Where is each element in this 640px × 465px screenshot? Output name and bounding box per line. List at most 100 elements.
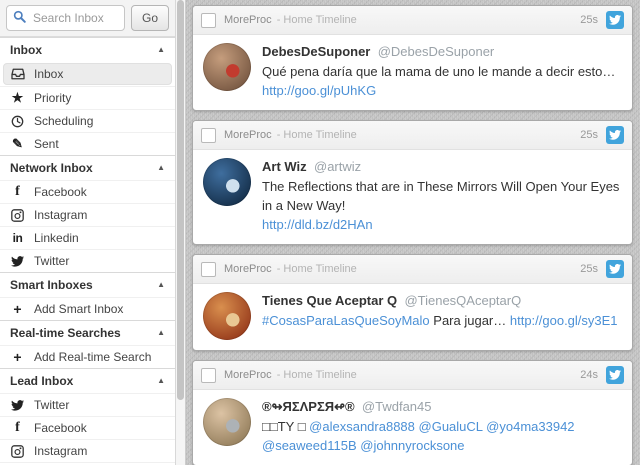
card-source: MoreProc xyxy=(224,129,272,141)
search-input[interactable] xyxy=(31,10,118,26)
card-source: MoreProc xyxy=(224,369,272,381)
sidebar-item-label: Twitter xyxy=(34,398,70,412)
section-label: Real-time Searches xyxy=(10,326,121,340)
tweet-card: MoreProc - Home Timeline 25s DebesDeSupo… xyxy=(192,5,633,111)
tweet-text-segment: Para jugar… xyxy=(429,313,510,328)
mention-link[interactable]: @alexsandra8888 xyxy=(309,419,415,434)
sidebar-item-label: Scheduling xyxy=(34,114,94,128)
mention-link[interactable]: @johnnyrocksone xyxy=(360,438,464,453)
collapse-arrow-icon[interactable]: ▲ xyxy=(157,374,165,388)
collapse-arrow-icon[interactable]: ▲ xyxy=(157,326,165,340)
avatar[interactable] xyxy=(203,158,251,206)
avatar[interactable] xyxy=(203,398,251,446)
user-handle[interactable]: @DebesDeSuponer xyxy=(378,44,495,59)
user-handle[interactable]: @TienesQAceptarQ xyxy=(404,293,521,308)
avatar[interactable] xyxy=(203,43,251,91)
twitter-icon xyxy=(606,366,624,384)
sidebar-item-label: Facebook xyxy=(34,421,87,435)
sidebar-item-twitter[interactable]: Twitter xyxy=(0,249,175,272)
facebook-icon: f xyxy=(15,184,20,199)
sidebar-item-add-real-time-search[interactable]: + Add Real-time Search xyxy=(0,345,175,368)
select-checkbox[interactable] xyxy=(201,127,216,143)
sidebar-item-label: Add Real-time Search xyxy=(34,350,152,364)
card-header: MoreProc - Home Timeline 25s xyxy=(193,121,632,150)
select-checkbox[interactable] xyxy=(201,367,216,383)
timestamp: 25s xyxy=(580,263,598,275)
display-name[interactable]: Tienes Que Aceptar Q xyxy=(262,293,397,308)
instagram-icon xyxy=(10,444,25,458)
inbox-icon xyxy=(10,68,25,80)
sidebar-item-facebook[interactable]: f Facebook xyxy=(0,416,175,439)
clock-icon xyxy=(10,115,25,128)
scrollbar-thumb[interactable] xyxy=(177,0,184,400)
star-icon: ★ xyxy=(11,90,24,105)
sidebar-section-header[interactable]: Network Inbox ▲ xyxy=(0,155,175,180)
sidebar-item-instagram[interactable]: Instagram xyxy=(0,439,175,462)
sidebar-item-instagram[interactable]: Instagram xyxy=(0,203,175,226)
link-link[interactable]: http://dld.bz/d2HAn xyxy=(262,217,373,232)
display-name[interactable]: ®↬ЯΣΛΡΣЯ↫® xyxy=(262,399,355,414)
sidebar-section-header[interactable]: Real-time Searches ▲ xyxy=(0,320,175,345)
plus-icon: + xyxy=(13,349,22,365)
card-body: DebesDeSuponer @DebesDeSuponer Qué pena … xyxy=(193,35,632,110)
sidebar-section-header[interactable]: Lead Inbox ▲ xyxy=(0,368,175,393)
sidebar-item-priority[interactable]: ★ Priority xyxy=(0,86,175,109)
tweet-text-segment: The Reflections that are in These Mirror… xyxy=(262,179,620,213)
mention-link[interactable]: @yo4ma33942 xyxy=(486,419,574,434)
sidebar-nav: Inbox ▲ Inbox ★ Priority Scheduling ✎ Se… xyxy=(0,37,175,465)
tweet-text-segment: Qué pena daría que la mama de uno le man… xyxy=(262,64,616,79)
card-body: Art Wiz @artwiz The Reflections that are… xyxy=(193,150,632,244)
sidebar-item-label: Priority xyxy=(34,91,72,105)
card-context: - Home Timeline xyxy=(276,369,357,381)
card-context: - Home Timeline xyxy=(276,14,357,26)
sidebar-item-label: Instagram xyxy=(34,208,88,222)
section-label: Lead Inbox xyxy=(10,374,74,388)
mention-link[interactable]: @seaweed115B xyxy=(262,438,357,453)
display-name[interactable]: Art Wiz xyxy=(262,159,307,174)
twitter-icon xyxy=(10,399,25,411)
sidebar-item-label: Facebook xyxy=(34,185,87,199)
sidebar-item-linkedin[interactable]: in Linkedin xyxy=(0,226,175,249)
card-context: - Home Timeline xyxy=(276,263,357,275)
card-source: MoreProc xyxy=(224,263,272,275)
link-link[interactable]: http://goo.gl/pUhKG xyxy=(262,83,376,98)
sidebar-item-sent[interactable]: ✎ Sent xyxy=(0,132,175,155)
search-go-button[interactable]: Go xyxy=(130,5,169,31)
sidebar-section-header[interactable]: Smart Inboxes ▲ xyxy=(0,272,175,297)
collapse-arrow-icon[interactable]: ▲ xyxy=(157,43,165,57)
card-body: Tienes Que Aceptar Q @TienesQAceptarQ #C… xyxy=(193,284,632,350)
tweet-card: MoreProc - Home Timeline 25s Art Wiz @ar… xyxy=(192,120,633,245)
select-checkbox[interactable] xyxy=(201,12,216,28)
card-header: MoreProc - Home Timeline 25s xyxy=(193,6,632,35)
sidebar-item-label: Linkedin xyxy=(34,231,79,245)
select-checkbox[interactable] xyxy=(201,261,216,277)
mention-link[interactable]: @GualuCL xyxy=(419,419,483,434)
sidebar-section-header[interactable]: Inbox ▲ xyxy=(0,37,175,62)
avatar[interactable] xyxy=(203,292,251,340)
sidebar-scrollbar[interactable] xyxy=(176,0,186,465)
sidebar-item-scheduling[interactable]: Scheduling xyxy=(0,109,175,132)
search-bar: Go xyxy=(0,0,175,37)
sidebar-item-label: Inbox xyxy=(34,67,64,81)
sidebar-item-inbox[interactable]: Inbox xyxy=(3,63,172,85)
collapse-arrow-icon[interactable]: ▲ xyxy=(157,161,165,175)
display-name[interactable]: DebesDeSuponer xyxy=(262,44,370,59)
search-box xyxy=(6,5,125,31)
plus-icon: + xyxy=(13,301,22,317)
card-body: ®↬ЯΣΛΡΣЯ↫® @Twdfan45 □□TY □ @alexsandra8… xyxy=(193,390,632,465)
sidebar-item-facebook[interactable]: f Facebook xyxy=(0,180,175,203)
card-header: MoreProc - Home Timeline 25s xyxy=(193,255,632,284)
link-link[interactable]: http://goo.gl/sy3E1 xyxy=(510,313,618,328)
twitter-icon xyxy=(606,11,624,29)
sidebar-item-add-smart-inbox[interactable]: + Add Smart Inbox xyxy=(0,297,175,320)
sidebar-item-label: Add Smart Inbox xyxy=(34,302,124,316)
pencil-icon: ✎ xyxy=(12,136,23,151)
user-handle[interactable]: @Twdfan45 xyxy=(362,399,432,414)
sidebar-item-twitter[interactable]: Twitter xyxy=(0,393,175,416)
hashtag-link[interactable]: #CosasParaLasQueSoyMalo xyxy=(262,313,430,328)
user-handle[interactable]: @artwiz xyxy=(314,159,361,174)
collapse-arrow-icon[interactable]: ▲ xyxy=(157,278,165,292)
timeline: MoreProc - Home Timeline 25s DebesDeSupo… xyxy=(186,0,640,465)
tweet-text-segment: □□TY □ xyxy=(262,419,310,434)
card-header: MoreProc - Home Timeline 24s xyxy=(193,361,632,390)
